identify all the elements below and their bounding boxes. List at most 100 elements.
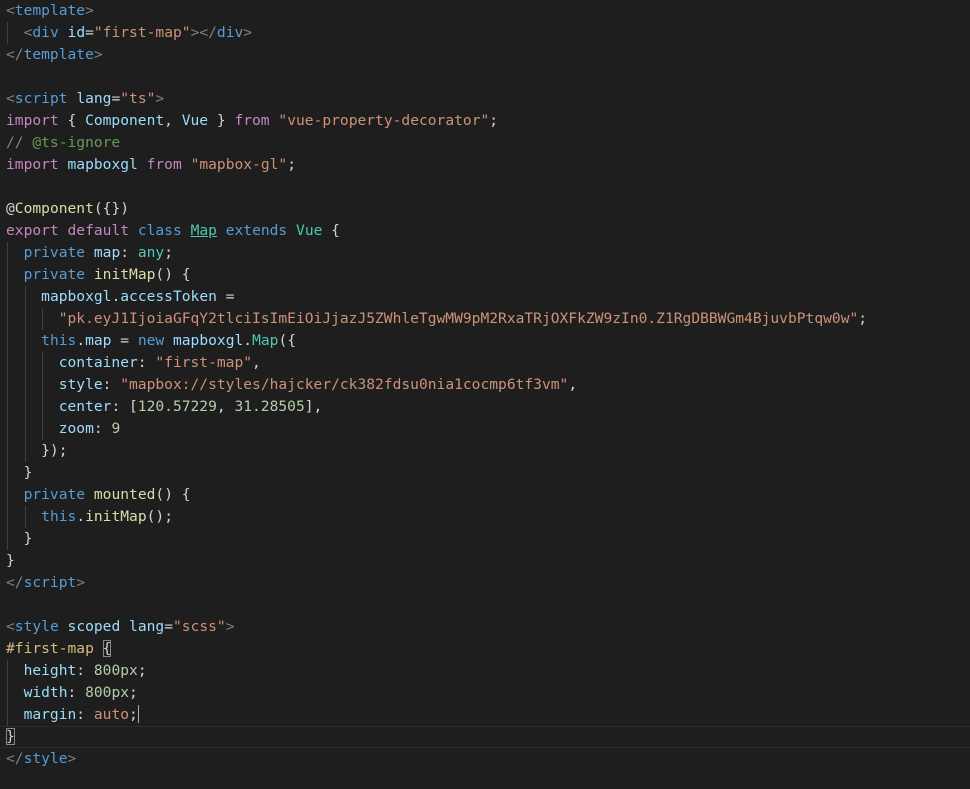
indent-guide [7,440,8,462]
code-token: } [208,112,235,129]
code-line[interactable]: mapboxgl.accessToken = [0,286,970,308]
code-token: from [146,156,182,173]
code-line[interactable]: style: "mapbox://styles/hajcker/ck382fds… [0,374,970,396]
code-line[interactable]: <script lang="ts"> [0,88,970,110]
code-line[interactable]: export default class Map extends Vue { [0,220,970,242]
code-token: } [6,552,15,569]
code-token: > [76,574,86,591]
code-token: "mapbox://styles/hajcker/ck382fdsu0nia1c… [120,376,569,393]
code-line[interactable]: }); [0,440,970,462]
indent-guide [7,22,8,44]
code-line[interactable]: this.initMap(); [0,506,970,528]
code-token: map [85,332,112,349]
code-line[interactable]: } [0,462,970,484]
code-line[interactable]: private initMap() { [0,264,970,286]
indent-guide [7,286,8,308]
indent-guide [7,308,8,330]
code-line[interactable]: <div id="first-map"></div> [0,22,970,44]
code-token: , [568,376,578,393]
code-line[interactable]: <template> [0,0,970,22]
code-token: > [93,46,103,63]
code-token: auto [93,706,130,723]
code-line[interactable]: private map: any; [0,242,970,264]
code-line[interactable]: private mounted() { [0,484,970,506]
code-token: this [41,508,77,525]
code-token: @ [6,200,15,217]
indent-guide [7,264,8,286]
code-token: = [85,24,94,41]
code-token: > [225,618,235,635]
indent-guide [7,484,8,506]
code-line[interactable]: <style scoped lang="scss"> [0,616,970,638]
code-token: style [58,376,103,393]
code-line[interactable]: import { Component, Vue } from "vue-prop… [0,110,970,132]
code-token: style [14,618,59,635]
code-token: ], [304,398,323,415]
code-token: ; [858,310,868,327]
code-token: : [67,684,86,701]
indent-guide [42,374,44,396]
code-line[interactable]: } [0,528,970,550]
code-token: : [76,662,94,679]
code-line[interactable]: </style> [0,748,970,770]
code-line[interactable] [0,176,970,198]
indent-guide [24,286,26,308]
code-token: new [137,332,165,349]
code-line[interactable]: "pk.eyJ1IjoiaGFqY2tlciIsImEiOiJjazJ5ZWhl… [0,308,970,330]
code-line[interactable]: </template> [0,44,970,66]
code-line[interactable]: width: 800px; [0,682,970,704]
code-line[interactable]: this.map = new mapboxgl.Map({ [0,330,970,352]
code-token: 800px [85,684,130,701]
code-token: "scss" [173,618,226,635]
code-token: 120.57229 [137,398,217,415]
code-line[interactable]: center: [120.57229, 31.28505], [0,396,970,418]
code-token: default [67,222,130,239]
code-line[interactable]: </script> [0,572,970,594]
code-line[interactable]: zoom: 9 [0,418,970,440]
code-token: , [216,398,235,415]
code-editor[interactable]: <template> <div id="first-map"></div> </t… [0,0,970,789]
code-token: #first-map [6,640,94,657]
code-token: = [111,332,138,349]
code-line[interactable]: margin: auto; [0,704,970,726]
code-line[interactable]: #first-map { [0,638,970,660]
code-line[interactable]: @Component({}) [0,198,970,220]
code-line[interactable]: } [0,726,970,748]
code-token: ; [129,684,138,701]
code-token: ; [489,112,499,129]
code-line[interactable]: } [0,550,970,572]
code-token: { [322,222,340,239]
code-token: mapboxgl [41,288,112,305]
code-token: : [137,354,156,371]
code-line[interactable]: // @ts-ignore [0,132,970,154]
indent-guide [42,396,44,418]
code-token: . [76,332,86,349]
code-line[interactable]: import mapboxgl from "mapbox-gl"; [0,154,970,176]
indent-guide [7,330,8,352]
code-token: import [6,112,59,129]
code-token: ; [137,662,147,679]
indent-guide [7,418,8,440]
indent-guide [7,528,8,550]
code-line[interactable] [0,66,970,88]
code-token: scoped [67,618,121,635]
code-line[interactable]: height: 800px; [0,660,970,682]
code-token: </ [6,46,24,63]
code-line[interactable]: container: "first-map", [0,352,970,374]
code-token: . [76,508,86,525]
code-token: ; [287,156,297,173]
code-token: height [23,662,77,679]
code-line[interactable] [0,594,970,616]
